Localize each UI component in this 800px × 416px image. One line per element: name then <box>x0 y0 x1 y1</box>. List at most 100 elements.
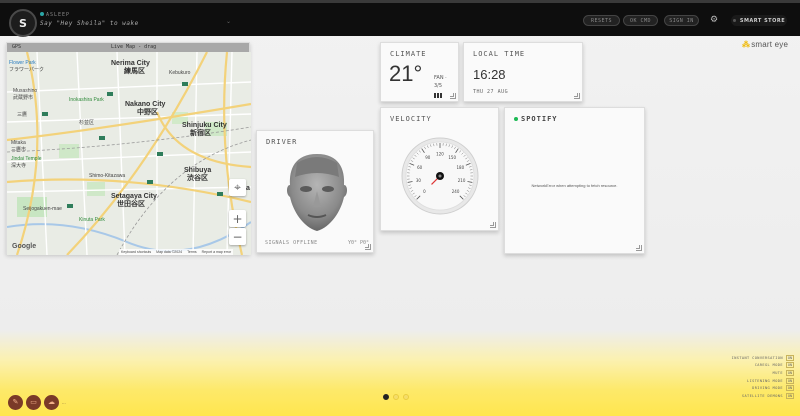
driver-card: DRIVER SIGNALS OFFLINE Y0° P0° <box>256 130 374 253</box>
edit-icon[interactable]: ✎ <box>8 395 23 410</box>
mode-value[interactable]: ON <box>785 369 794 376</box>
map-label-kinuta-park: Kinuta Park <box>79 217 105 223</box>
gauge-tick-label: 180 <box>457 165 465 170</box>
store-dot <box>732 19 736 22</box>
climate-temperature: 21° <box>389 61 423 86</box>
resize-handle-icon[interactable] <box>365 244 371 250</box>
driver-head-model <box>287 154 347 231</box>
climate-title: CLIMATE <box>390 50 427 58</box>
mode-row-driving[interactable]: DRIVING MODE ON <box>732 384 794 392</box>
page-indicator <box>383 394 409 400</box>
page-dot-3[interactable] <box>403 394 409 400</box>
map-label-shibuya: Shibuya <box>184 167 212 174</box>
map-view[interactable]: Flower Park フラワーパーク Nerima City 練馬区 Kebu… <box>7 52 251 255</box>
smart-store-button[interactable]: SMART STORE <box>731 15 787 26</box>
page-dot-1[interactable] <box>383 394 389 400</box>
fan-label: FAN · <box>434 75 447 81</box>
resize-handle-icon[interactable] <box>574 93 580 99</box>
ok-cmd-button[interactable]: OK CMD <box>623 15 658 26</box>
gauge-tick-label: 30 <box>416 178 422 183</box>
map-label-shinjuku-jp: 新宿区 <box>190 130 211 137</box>
more-icon[interactable]: ··· <box>62 401 66 406</box>
map-label-shinjuku: Shinjuku City <box>182 122 227 129</box>
status-dot <box>40 12 44 16</box>
mode-label: MUTE <box>772 370 783 375</box>
wake-hint: Say "Hey Sheila" to wake <box>40 20 139 27</box>
map-label-jindai-jp: 深大寺 <box>11 163 27 169</box>
local-time-date: THU 27 AUG <box>473 89 509 95</box>
chevron-down-icon[interactable]: ⌄ <box>226 18 231 25</box>
map-footer-terms[interactable]: Terms <box>187 249 197 255</box>
mode-label: DRIVING MODE <box>752 386 783 391</box>
map-label-jindai: Jindai Temple <box>11 156 42 162</box>
gear-icon[interactable]: ⚙ <box>710 15 718 26</box>
video-icon[interactable]: ▭ <box>26 395 41 410</box>
mode-value[interactable]: ON <box>785 362 794 369</box>
mode-row-satellite[interactable]: SATELLITE DEMONS ON <box>732 392 794 400</box>
map-label-mitaka-jp: 三鷹市 <box>11 147 27 153</box>
resets-button[interactable]: RESETS <box>583 15 620 26</box>
mode-row-listening[interactable]: LISTENING MODE ON <box>732 377 794 385</box>
map-label-kitazawa: Shimo-Kitazawa <box>89 173 126 179</box>
gauge-tick-label: 240 <box>452 189 460 194</box>
cloud-icon[interactable]: ☁ <box>44 395 59 410</box>
locate-icon[interactable]: ⌖ <box>229 179 246 196</box>
mode-label: INSTANT CONVERSATION <box>731 355 783 360</box>
gauge-tick-label: 150 <box>448 155 456 160</box>
map-footer-shortcuts[interactable]: Keyboard shortcuts <box>121 249 151 255</box>
velocity-title: VELOCITY <box>390 115 432 123</box>
mode-row-mute[interactable]: MUTE ON <box>732 369 794 377</box>
page-dot-2[interactable] <box>393 394 399 400</box>
map-label-nerima-jp: 練馬区 <box>124 68 145 75</box>
mode-row-instant-conversation[interactable]: INSTANT CONVERSATION ON <box>732 354 794 362</box>
mode-value[interactable]: ON <box>785 377 794 384</box>
zoom-in-button[interactable]: + <box>229 210 246 227</box>
map-footer: Keyboard shortcuts Map data ©2024 Terms … <box>119 249 234 255</box>
map-label-setagaya: Setagaya City <box>111 193 157 200</box>
spotify-status-dot <box>514 117 518 121</box>
gps-header[interactable]: GPS Live Map - drag <box>7 43 249 52</box>
fan-level: 3/5 <box>434 83 443 89</box>
local-time-card: LOCAL TIME 16:28 THU 27 AUG <box>463 42 583 102</box>
map-label-nerima: Nerima City <box>111 60 150 67</box>
google-logo: Google <box>12 243 37 250</box>
resize-handle-icon[interactable] <box>450 93 456 99</box>
map-label-flower-park: Flower Park <box>9 60 36 66</box>
fan-level-bars <box>434 93 442 98</box>
gauge-tick-label: 90 <box>425 155 431 160</box>
map-label-kebukuro: Kebukuro <box>169 70 191 76</box>
mode-value[interactable]: ON <box>785 385 794 392</box>
smart-eye-logo: ⁂smart eye <box>742 40 788 49</box>
spotify-error-message: NetworkError when attempting to fetch re… <box>531 183 618 188</box>
assistant-avatar[interactable]: S <box>9 9 37 37</box>
mode-value[interactable]: ON <box>785 392 794 399</box>
gps-card: GPS Live Map - drag Flower Park フラワーパーク … <box>6 42 251 255</box>
velocity-card: VELOCITY 0 30 60 90 120 150 180 210 240 <box>380 107 499 231</box>
spotify-title: SPOTIFY <box>521 115 558 123</box>
map-label-nakano-jp: 中野区 <box>137 109 158 116</box>
map-footer-report[interactable]: Report a map error <box>202 249 232 255</box>
sign-in-button[interactable]: SIGN IN <box>664 15 699 26</box>
store-label: SMART STORE <box>739 17 786 24</box>
gps-title: GPS <box>12 44 22 50</box>
map-label-inokashira: Inokashira Park <box>69 97 104 103</box>
resize-handle-icon[interactable] <box>490 222 496 228</box>
zoom-out-button[interactable]: − <box>229 228 246 245</box>
mode-toggles: INSTANT CONVERSATION ON CAREGL MODE ON MUT… <box>732 354 794 400</box>
map-label-musashino: Musashino <box>13 88 38 94</box>
resize-handle-icon[interactable] <box>636 245 642 251</box>
driver-title: DRIVER <box>266 138 298 146</box>
map-label-mitaka: Mitaka <box>11 140 26 146</box>
map-label-seijogakuen: Seijogakuen-mae <box>23 206 62 212</box>
climate-card: CLIMATE 21° FAN · 3/5 <box>380 42 459 102</box>
logo-text: smart eye <box>751 40 789 49</box>
mode-label: SATELLITE DEMONS <box>741 393 783 398</box>
mode-row-caregl[interactable]: CAREGL MODE ON <box>732 362 794 370</box>
assistant-status: ASLEEP <box>40 12 70 18</box>
status-text: ASLEEP <box>46 12 71 18</box>
local-time-value: 16:28 <box>473 67 506 82</box>
mode-value[interactable]: ON <box>785 354 794 361</box>
mode-label: CAREGL MODE <box>754 363 783 368</box>
gauge-tick-label: 60 <box>417 165 423 170</box>
spotify-card: SPOTIFY NetworkError when attempting to … <box>504 107 645 254</box>
